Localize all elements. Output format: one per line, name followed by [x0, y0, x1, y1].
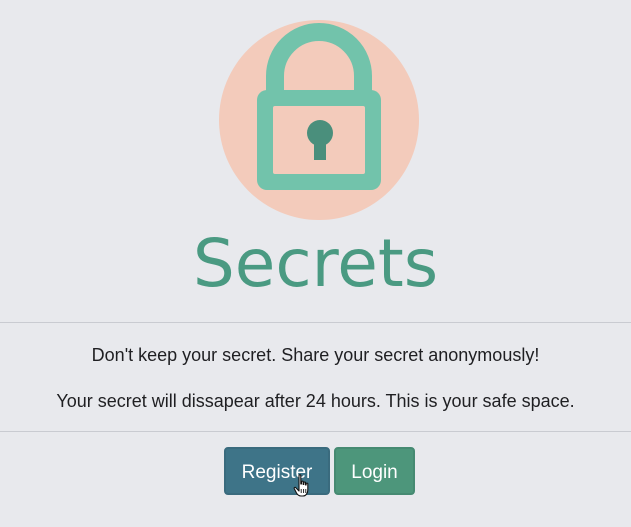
divider-bottom [0, 431, 631, 432]
intro-line-2: Your secret will dissapear after 24 hour… [56, 391, 575, 411]
intro-line-1: Don't keep your secret. Share your secre… [91, 345, 540, 365]
divider-top [0, 322, 631, 323]
lock-logo [219, 20, 419, 220]
register-button[interactable]: Register [224, 447, 330, 495]
lock-icon [219, 20, 419, 220]
hand-pointer-icon [293, 474, 311, 498]
page-title: Secrets [192, 225, 439, 302]
login-button[interactable]: Login [334, 447, 415, 495]
